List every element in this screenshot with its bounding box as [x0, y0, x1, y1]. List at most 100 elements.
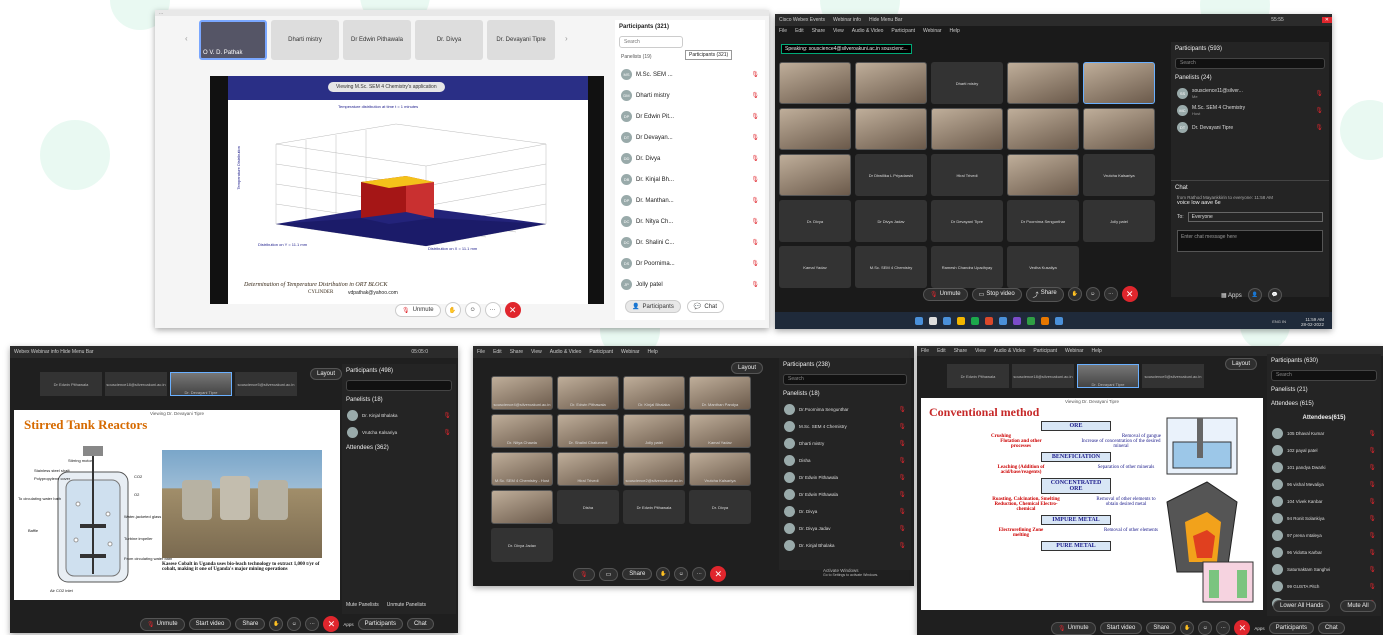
chat-icon[interactable]: 💬	[1267, 288, 1282, 302]
stop-video-button[interactable]: ▭ Stop video	[971, 287, 1022, 301]
chevron-right-icon[interactable]: ›	[565, 34, 568, 43]
muted-mic-icon[interactable]: 🎙	[1368, 532, 1376, 539]
emoji-icon[interactable]: ☺	[464, 302, 481, 318]
menu-item[interactable]: Share	[954, 348, 967, 354]
search-input[interactable]: Search	[1271, 370, 1377, 381]
hand-icon[interactable]: ✋	[269, 617, 284, 631]
menu-item[interactable]: Share	[812, 28, 825, 34]
participant-row[interactable]: 94 Ronit Solankiya 🎙	[1267, 510, 1381, 527]
video-tile[interactable]	[931, 108, 1003, 150]
participant-row[interactable]: Dr.Poornima Sengunthar 🎙	[779, 401, 911, 418]
participant-row[interactable]: M.Sc. SEM 4 Chemistry 🎙	[779, 418, 911, 435]
menu-item[interactable]: View	[975, 348, 986, 354]
video-tile[interactable]	[855, 108, 927, 150]
layout-button[interactable]: Layout	[1225, 358, 1258, 370]
participant-row[interactable]: Dr Edwin Pithawala 🎙	[779, 469, 911, 486]
menu-item[interactable]: File	[477, 349, 485, 355]
menu-item[interactable]: Help	[1092, 348, 1102, 354]
unmute-button[interactable]: 🎙 Unmute	[395, 303, 441, 317]
video-tile[interactable]	[779, 154, 851, 196]
video-thumbnail[interactable]: souscience5@silveroakuni.ac.in	[235, 372, 297, 396]
video-tile[interactable]: Dr Edwin Pithawala	[343, 20, 411, 60]
participant-row[interactable]: Saturnaktam Sanghvi 🎙	[1267, 561, 1381, 578]
taskbar-app-icon[interactable]	[943, 316, 951, 325]
windows-start-icon[interactable]	[915, 316, 923, 325]
attendees-header[interactable]: Attendees (362)	[342, 441, 456, 455]
video-tile[interactable]: souscience4@silveroakuni.ac.in	[491, 376, 553, 410]
end-call-button[interactable]: ✕	[1234, 620, 1251, 635]
chat-button[interactable]: Chat	[406, 618, 434, 630]
video-tile[interactable]: Dharti mistry	[271, 20, 339, 60]
muted-mic-icon[interactable]: 🎙	[1368, 549, 1376, 556]
search-input[interactable]: Search	[619, 36, 683, 48]
menu-item[interactable]: Edit	[493, 349, 502, 355]
participants-button[interactable]: Participants	[357, 618, 403, 630]
menu-item[interactable]: File	[921, 348, 929, 354]
muted-mic-icon[interactable]: 🎙	[751, 260, 759, 267]
video-tile[interactable]	[1007, 62, 1079, 104]
muted-mic-icon[interactable]: 🎙	[1368, 515, 1376, 522]
taskbar-app-icon[interactable]	[957, 316, 965, 325]
muted-mic-icon[interactable]: 🎙	[751, 155, 759, 162]
taskbar-app-icon[interactable]	[1027, 316, 1035, 325]
taskbar-app-icon[interactable]	[971, 316, 979, 325]
hand-icon[interactable]: ✋	[656, 567, 671, 581]
video-tile[interactable]: Dr. Divya	[415, 20, 483, 60]
video-tile[interactable]	[779, 108, 851, 150]
participant-row[interactable]: MS M.Sc. SEM ... 🎙	[615, 64, 765, 85]
participant-row[interactable]: DD Dr. Divya 🎙	[615, 148, 765, 169]
lower-hands-button[interactable]: Lower All Hands	[1273, 600, 1331, 612]
video-tile[interactable]: Jolly patel	[623, 414, 685, 448]
video-tile[interactable]: M.Sc. SEM 4 Chemistry	[855, 246, 927, 288]
muted-mic-icon[interactable]: 🎙	[1368, 566, 1376, 573]
participant-row[interactable]: Dr Edwin Pithawala 🎙	[779, 486, 911, 503]
video-tile[interactable]: Dr. Devayani Tipre	[487, 20, 555, 60]
video-tile[interactable]: M.Sc. SEM 4 Chemistry - Host	[491, 452, 553, 486]
more-icon[interactable]: ···	[1216, 621, 1231, 635]
participant-row[interactable]: 105 Dhaval Kumar 🎙	[1267, 425, 1381, 442]
share-button[interactable]: Share	[235, 618, 266, 630]
search-input[interactable]: Search	[1175, 58, 1325, 69]
menu-item[interactable]: Participant	[891, 28, 915, 34]
video-tile[interactable]: Hiral Trivedi	[931, 154, 1003, 196]
participant-row[interactable]: DC Dr. Nitya Ch... 🎙	[615, 211, 765, 232]
muted-mic-icon[interactable]: 🎙	[751, 71, 759, 78]
chevron-left-icon[interactable]: ‹	[185, 34, 188, 43]
video-thumbnail[interactable]: Dr. Devayani Tipre	[1077, 364, 1139, 388]
layout-button[interactable]: Layout	[731, 362, 764, 374]
video-thumbnail[interactable]: Dr. Devayani Tipre	[170, 372, 232, 396]
search-input[interactable]: Search	[783, 374, 907, 385]
apps-button[interactable]: Apps	[343, 622, 353, 627]
apps-button[interactable]: ▦ Apps	[1221, 292, 1242, 299]
muted-mic-icon[interactable]: 🎙	[1315, 90, 1323, 97]
video-tile[interactable]: Dr Poornima Sengunthar	[1007, 200, 1079, 242]
menu-item[interactable]: Participant	[1033, 348, 1057, 354]
chat-button[interactable]: 💬 Chat	[686, 300, 725, 313]
video-thumbnail[interactable]: souscience18@silveroakuni.ac.in	[105, 372, 167, 396]
unmute-button[interactable]: 🎙 Unmute	[140, 617, 185, 631]
hide-menu-link[interactable]: Hide Menu Bar	[869, 17, 902, 23]
video-tile[interactable]: Dr Edwin Pithawala	[623, 490, 685, 524]
menu-item[interactable]: Help	[950, 28, 960, 34]
emoji-icon[interactable]: ☺	[674, 567, 689, 581]
muted-mic-icon[interactable]: 🎙	[898, 474, 906, 481]
muted-mic-icon[interactable]: 🎙	[443, 429, 451, 436]
video-tile[interactable]: Kamal Yadav	[779, 246, 851, 288]
emoji-icon[interactable]: ☺	[287, 617, 302, 631]
more-icon[interactable]: ···	[484, 302, 501, 318]
participant-row[interactable]: MC M.Sc. SEM 4 Chemistry Host 🎙	[1171, 102, 1329, 119]
apps-button[interactable]: Apps	[1254, 626, 1264, 631]
taskbar-app-icon[interactable]	[1013, 316, 1021, 325]
mute-all-button[interactable]: Mute All	[1340, 600, 1376, 612]
muted-mic-icon[interactable]: 🎙	[751, 197, 759, 204]
video-tile[interactable]	[1083, 62, 1155, 104]
participant-row[interactable]: 96 vishal Mevaliya 🎙	[1267, 476, 1381, 493]
attendees-header[interactable]: Attendees (615)	[1267, 397, 1381, 411]
muted-mic-icon[interactable]: 🎙	[751, 134, 759, 141]
menu-item[interactable]: Audio & Video	[852, 28, 884, 34]
participant-row[interactable]: Dharti mistry 🎙	[779, 435, 911, 452]
video-tile[interactable]: Dr. Manthan Pandya	[689, 376, 751, 410]
menu-item[interactable]: Webinar	[923, 28, 942, 34]
video-tile[interactable]: Ramesh Chandra Upadhyay	[931, 246, 1003, 288]
panelists-header[interactable]: Panelists (18)	[779, 387, 911, 401]
